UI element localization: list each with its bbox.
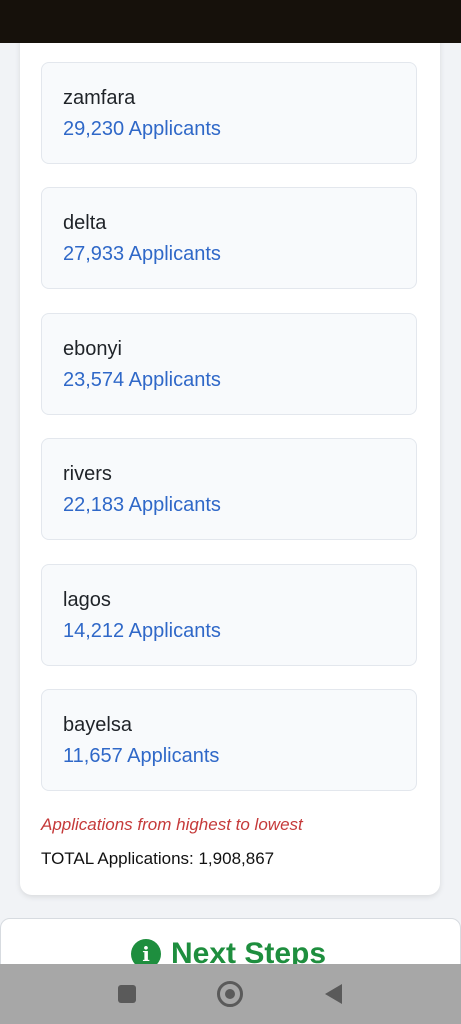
info-icon: i bbox=[131, 939, 161, 964]
home-dot-icon bbox=[225, 989, 235, 999]
state-name: lagos bbox=[63, 589, 111, 611]
applicant-count: 23,574 Applicants bbox=[63, 369, 221, 391]
state-name: rivers bbox=[63, 463, 112, 485]
applicant-count: 14,212 Applicants bbox=[63, 620, 221, 642]
state-name: zamfara bbox=[63, 87, 136, 109]
applicant-count: 22,183 Applicants bbox=[63, 494, 221, 516]
applicant-count: 11,657 Applicants bbox=[63, 745, 220, 767]
system-nav-bar bbox=[0, 964, 461, 1024]
applicants-panel: zamfara 29,230 Applicants delta 27,933 A… bbox=[20, 43, 440, 895]
applicant-count: 27,933 Applicants bbox=[63, 243, 221, 265]
state-name: delta bbox=[63, 212, 107, 234]
status-bar bbox=[0, 0, 461, 43]
next-steps-button[interactable]: i Next Steps bbox=[131, 937, 326, 964]
state-card[interactable]: bayelsa 11,657 Applicants bbox=[41, 689, 417, 791]
state-name: ebonyi bbox=[63, 338, 122, 360]
next-steps-label: Next Steps bbox=[171, 937, 327, 964]
total-applications: TOTAL Applications: 1,908,867 bbox=[41, 849, 275, 868]
home-circle-icon[interactable] bbox=[217, 981, 243, 1007]
state-card[interactable]: zamfara 29,230 Applicants bbox=[41, 62, 417, 164]
page-content: zamfara 29,230 Applicants delta 27,933 A… bbox=[0, 43, 461, 964]
sort-note: Applications from highest to lowest bbox=[41, 815, 303, 834]
state-card[interactable]: lagos 14,212 Applicants bbox=[41, 564, 417, 666]
recents-square-icon[interactable] bbox=[118, 985, 136, 1003]
applicant-count: 29,230 Applicants bbox=[63, 118, 221, 140]
state-card[interactable]: ebonyi 23,574 Applicants bbox=[41, 313, 417, 415]
state-name: bayelsa bbox=[63, 714, 132, 736]
back-triangle-icon[interactable] bbox=[325, 984, 342, 1004]
state-card[interactable]: delta 27,933 Applicants bbox=[41, 187, 417, 289]
state-card[interactable]: rivers 22,183 Applicants bbox=[41, 438, 417, 540]
next-steps-card[interactable]: i Next Steps bbox=[0, 918, 461, 964]
